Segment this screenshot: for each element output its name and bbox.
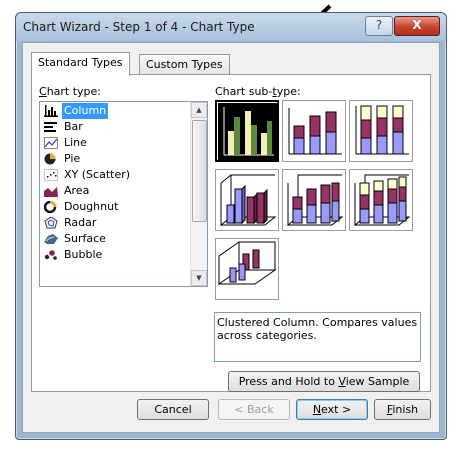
3d-column-icon xyxy=(217,241,277,285)
list-item-bubble[interactable]: Bubble xyxy=(42,247,184,263)
chart-type-list[interactable]: Column Bar Line Pie XY (Scatter) Area Do… xyxy=(39,101,208,287)
percent-stacked-column-icon xyxy=(355,105,409,155)
doughnut-chart-icon xyxy=(44,201,57,213)
bar-chart-icon xyxy=(44,122,57,132)
column-chart-icon xyxy=(44,105,58,117)
subtype-stacked-column[interactable] xyxy=(282,100,346,162)
list-item-line[interactable]: Line xyxy=(42,135,184,151)
chart-type-label: Chart type: xyxy=(39,85,102,98)
radar-chart-icon xyxy=(44,217,58,229)
help-icon: ? xyxy=(375,18,383,32)
tab-standard-types[interactable]: Standard Types xyxy=(31,52,130,76)
subtype-3d-column[interactable] xyxy=(215,238,279,300)
3d-stacked-column-icon xyxy=(286,174,344,226)
subtype-description: Clustered Column. Compares values across… xyxy=(214,312,421,362)
line-chart-icon xyxy=(44,137,58,149)
dialog-body: Standard Types Custom Types Chart type: … xyxy=(22,42,440,433)
close-icon: X xyxy=(412,18,422,32)
list-item-area[interactable]: Area xyxy=(42,183,184,199)
3d-percent-stacked-column-icon xyxy=(353,174,411,226)
area-chart-icon xyxy=(44,187,58,197)
view-sample-button[interactable]: Press and Hold to View Sample xyxy=(228,371,420,392)
finish-button[interactable]: Finish xyxy=(374,399,431,420)
chart-subtype-label: Chart sub-type: xyxy=(215,85,301,98)
subtype-clustered-column[interactable] xyxy=(215,100,279,162)
3d-clustered-column-icon xyxy=(219,174,277,226)
surface-chart-icon xyxy=(44,234,58,244)
title-bar[interactable]: Chart Wizard - Step 1 of 4 - Chart Type … xyxy=(16,13,446,41)
cancel-button[interactable]: Cancel xyxy=(137,399,209,420)
list-item-bar[interactable]: Bar xyxy=(42,119,184,135)
subtype-3d-clustered-column[interactable] xyxy=(215,169,279,231)
scatter-chart-icon xyxy=(44,169,58,181)
subtype-3d-100-percent-stacked-column[interactable] xyxy=(349,169,413,231)
stacked-column-icon xyxy=(288,108,342,155)
scroll-thumb[interactable] xyxy=(192,120,207,222)
close-button[interactable]: X xyxy=(394,16,440,36)
list-item-doughnut[interactable]: Doughnut xyxy=(42,199,184,215)
list-item-surface[interactable]: Surface xyxy=(42,231,184,247)
back-button[interactable]: < Back xyxy=(218,399,290,420)
chart-type-scrollbar[interactable]: ▲ ▼ xyxy=(190,102,207,286)
scroll-down-icon[interactable]: ▼ xyxy=(191,270,207,286)
bubble-chart-icon xyxy=(44,250,57,260)
next-button[interactable]: Next > xyxy=(296,399,368,420)
list-item-pie[interactable]: Pie xyxy=(42,151,184,167)
tab-custom-types[interactable]: Custom Types xyxy=(139,54,230,75)
scroll-up-icon[interactable]: ▲ xyxy=(191,102,207,118)
subtype-100-percent-stacked-column[interactable] xyxy=(349,100,413,162)
clustered-column-icon xyxy=(218,103,278,161)
list-item-column[interactable]: Column xyxy=(42,103,184,119)
dialog-title: Chart Wizard - Step 1 of 4 - Chart Type xyxy=(23,20,255,34)
list-item-xy-scatter[interactable]: XY (Scatter) xyxy=(42,167,184,183)
help-button[interactable]: ? xyxy=(365,16,393,36)
list-item-radar[interactable]: Radar xyxy=(42,215,184,231)
subtype-3d-stacked-column[interactable] xyxy=(282,169,346,231)
pie-chart-icon xyxy=(44,153,56,165)
chart-wizard-dialog: Chart Wizard - Step 1 of 4 - Chart Type … xyxy=(15,12,447,440)
